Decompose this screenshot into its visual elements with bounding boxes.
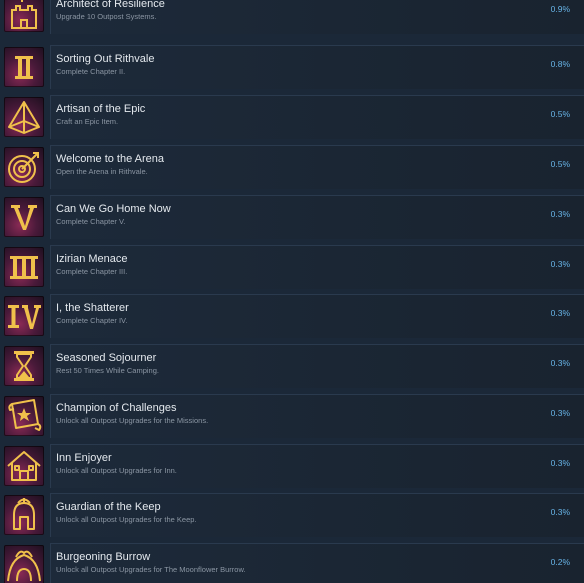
achievement-description: Upgrade 10 Outpost Systems. <box>56 12 157 21</box>
unlock-percentage: 0.3% <box>550 358 570 368</box>
achievement-row[interactable]: Burgeoning Burrow Unlock all Outpost Upg… <box>0 543 584 583</box>
unlock-percentage: 0.9% <box>550 4 570 14</box>
achievement-list: Architect of Resilience Upgrade 10 Outpo… <box>0 0 584 583</box>
achievement-row[interactable]: Izirian Menace Complete Chapter III. 0.3… <box>0 245 584 291</box>
achievement-description: Complete Chapter V. <box>56 217 126 226</box>
roman-numeral-2-icon <box>4 47 44 87</box>
achievement-title: Welcome to the Arena <box>56 153 165 165</box>
unlock-percentage: 0.3% <box>550 308 570 318</box>
unlock-percentage: 0.3% <box>550 458 570 468</box>
roman-numeral-4-icon <box>4 296 44 336</box>
achievement-description: Unlock all Outpost Upgrades for Inn. <box>56 466 177 475</box>
achievement-card: Izirian Menace Complete Chapter III. 0.3… <box>50 245 584 289</box>
unlock-percentage: 0.5% <box>550 109 570 119</box>
achievement-description: Open the Arena in Rithvale. <box>56 167 148 176</box>
achievement-description: Unlock all Outpost Upgrades for the Keep… <box>56 515 197 524</box>
achievement-title: Champion of Challenges <box>56 402 177 414</box>
roman-numeral-3-icon <box>4 247 44 287</box>
achievement-description: Complete Chapter IV. <box>56 316 128 325</box>
roman-numeral-5-icon <box>4 197 44 237</box>
unlock-percentage: 0.5% <box>550 159 570 169</box>
achievement-card: Architect of Resilience Upgrade 10 Outpo… <box>50 0 584 34</box>
house-icon <box>4 446 44 486</box>
achievement-row[interactable]: Inn Enjoyer Unlock all Outpost Upgrades … <box>0 444 584 490</box>
scroll-icon <box>4 396 44 436</box>
achievement-row[interactable]: Can We Go Home Now Complete Chapter V. 0… <box>0 195 584 241</box>
achievement-row[interactable]: Welcome to the Arena Open the Arena in R… <box>0 145 584 191</box>
castle-icon <box>4 0 44 32</box>
achievement-description: Complete Chapter II. <box>56 67 126 76</box>
helmet-icon <box>4 495 44 535</box>
achievement-card: Champion of Challenges Unlock all Outpos… <box>50 394 584 438</box>
achievement-title: Burgeoning Burrow <box>56 551 151 563</box>
achievement-row[interactable]: Artisan of the Epic Craft an Epic Item. … <box>0 95 584 141</box>
achievement-card: Guardian of the Keep Unlock all Outpost … <box>50 493 584 537</box>
unlock-percentage: 0.3% <box>550 507 570 517</box>
achievement-title: Can We Go Home Now <box>56 203 171 215</box>
achievement-title: Izirian Menace <box>56 253 128 265</box>
burrow-icon <box>4 545 44 583</box>
achievement-card: Inn Enjoyer Unlock all Outpost Upgrades … <box>50 444 584 488</box>
unlock-percentage: 0.3% <box>550 259 570 269</box>
achievement-row[interactable]: Seasoned Sojourner Rest 50 Times While C… <box>0 344 584 390</box>
achievement-card: Can We Go Home Now Complete Chapter V. 0… <box>50 195 584 239</box>
achievement-description: Unlock all Outpost Upgrades for the Miss… <box>56 416 209 425</box>
achievement-title: Guardian of the Keep <box>56 501 161 513</box>
unlock-percentage: 0.3% <box>550 209 570 219</box>
achievement-description: Complete Chapter III. <box>56 267 128 276</box>
achievement-description: Craft an Epic Item. <box>56 117 119 126</box>
achievement-row[interactable]: Architect of Resilience Upgrade 10 Outpo… <box>0 0 584 36</box>
achievement-title: Architect of Resilience <box>56 0 165 10</box>
hourglass-icon <box>4 346 44 386</box>
unlock-percentage: 0.8% <box>550 59 570 69</box>
achievement-description: Unlock all Outpost Upgrades for The Moon… <box>56 565 246 574</box>
achievement-card: Sorting Out Rithvale Complete Chapter II… <box>50 45 584 89</box>
achievement-row[interactable]: Guardian of the Keep Unlock all Outpost … <box>0 493 584 539</box>
achievement-title: Artisan of the Epic <box>56 103 146 115</box>
achievement-title: Inn Enjoyer <box>56 452 112 464</box>
target-icon <box>4 147 44 187</box>
achievement-card: Artisan of the Epic Craft an Epic Item. … <box>50 95 584 139</box>
achievement-title: I, the Shatterer <box>56 302 129 314</box>
achievement-card: I, the Shatterer Complete Chapter IV. 0.… <box>50 294 584 338</box>
achievement-title: Seasoned Sojourner <box>56 352 157 364</box>
achievement-card: Welcome to the Arena Open the Arena in R… <box>50 145 584 189</box>
unlock-percentage: 0.2% <box>550 557 570 567</box>
achievement-row[interactable]: Champion of Challenges Unlock all Outpos… <box>0 394 584 440</box>
achievement-card: Seasoned Sojourner Rest 50 Times While C… <box>50 344 584 388</box>
achievement-row[interactable]: Sorting Out Rithvale Complete Chapter II… <box>0 45 584 91</box>
unlock-percentage: 0.3% <box>550 408 570 418</box>
achievement-row[interactable]: I, the Shatterer Complete Chapter IV. 0.… <box>0 294 584 340</box>
pyramid-gem-icon <box>4 97 44 137</box>
achievement-card: Burgeoning Burrow Unlock all Outpost Upg… <box>50 543 584 583</box>
achievement-description: Rest 50 Times While Camping. <box>56 366 159 375</box>
achievement-title: Sorting Out Rithvale <box>56 53 155 65</box>
